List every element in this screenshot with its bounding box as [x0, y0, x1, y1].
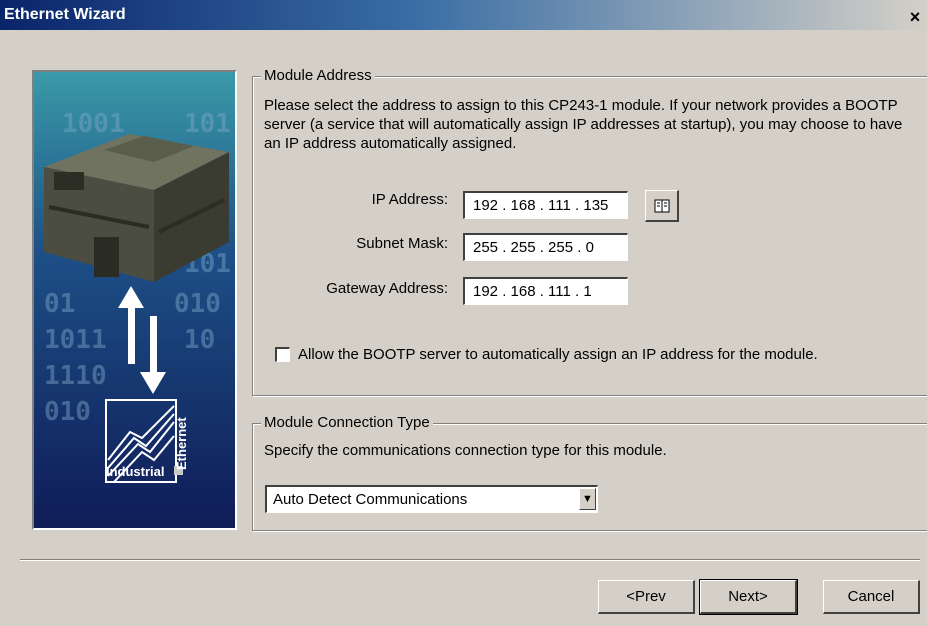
binary-row: 010: [174, 289, 221, 319]
connection-type-value: Auto Detect Communications: [273, 491, 468, 508]
address-book-button[interactable]: [645, 190, 679, 222]
binary-row: 1001: [62, 109, 125, 139]
binary-row: 10: [184, 325, 215, 355]
prev-button[interactable]: <Prev: [598, 580, 695, 614]
bootp-checkbox[interactable]: [275, 347, 290, 362]
next-button[interactable]: Next>: [699, 579, 798, 615]
binary-row: 1110: [44, 361, 107, 391]
binary-row: 1011: [44, 325, 107, 355]
gateway-address-label: Gateway Address:: [326, 280, 448, 297]
connection-type-group: Module Connection Type Specify the commu…: [252, 414, 927, 531]
wizard-banner-image: 1001 101 101 01 010 1011 10 1110 010 Ind…: [32, 70, 237, 530]
cancel-button[interactable]: Cancel: [823, 580, 920, 614]
module-address-legend: Module Address: [261, 67, 375, 84]
close-icon[interactable]: ×: [906, 8, 924, 26]
module-address-group: Module Address Please select the address…: [252, 67, 927, 396]
ip-address-label: IP Address:: [371, 191, 448, 208]
connection-type-description: Specify the communications connection ty…: [264, 442, 667, 459]
subnet-mask-field[interactable]: 255 . 255 . 255 . 0: [463, 233, 628, 261]
connection-type-legend: Module Connection Type: [261, 414, 433, 431]
title-bar: Ethernet Wizard ×: [0, 0, 927, 30]
subnet-mask-label: Subnet Mask:: [356, 235, 448, 252]
svg-text:Ethernet: Ethernet: [174, 417, 189, 470]
svg-text:Industrial: Industrial: [106, 464, 165, 479]
ip-address-field[interactable]: 192 . 168 . 111 . 135: [463, 191, 628, 219]
binary-row: 01: [44, 289, 75, 319]
module-address-description: Please select the address to assign to t…: [264, 97, 903, 152]
window-title: Ethernet Wizard: [4, 6, 126, 23]
connection-type-select[interactable]: Auto Detect Communications ▼: [265, 485, 598, 513]
binary-row: 010: [44, 397, 91, 427]
address-book-icon: [654, 199, 669, 213]
footer-separator: [20, 559, 920, 561]
binary-row: 101: [184, 109, 231, 139]
bootp-checkbox-label[interactable]: Allow the BOOTP server to automatically …: [298, 345, 818, 364]
gateway-address-field[interactable]: 192 . 168 . 111 . 1: [463, 277, 628, 305]
chevron-down-icon[interactable]: ▼: [579, 488, 596, 510]
